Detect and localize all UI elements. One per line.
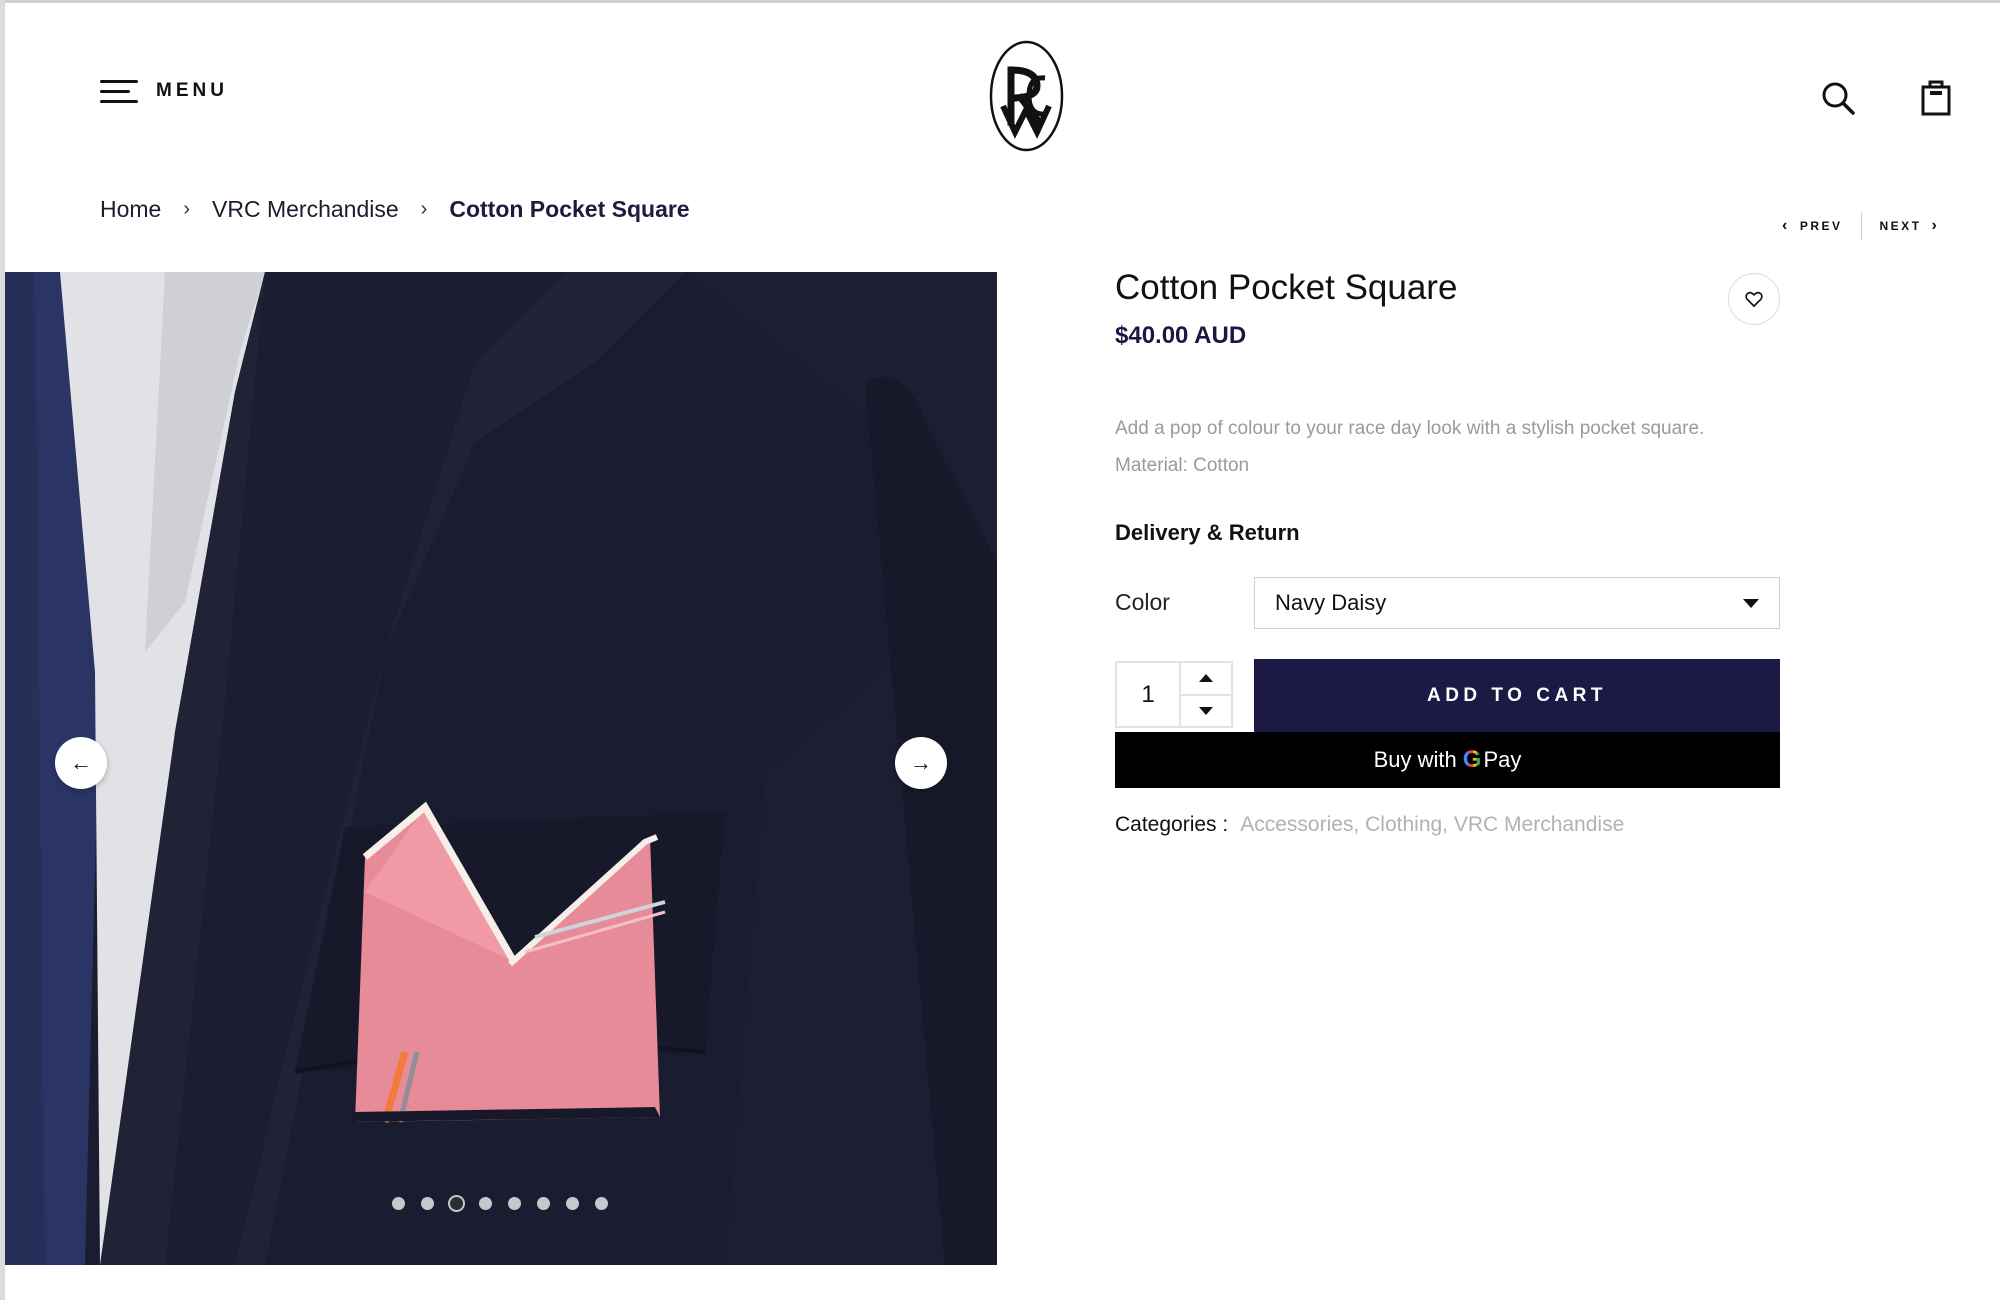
gallery-dot[interactable] [450,1197,463,1210]
product-title: Cotton Pocket Square [1115,268,1458,307]
gallery-dot[interactable] [392,1197,405,1210]
color-label: Color [1115,589,1170,615]
menu-button[interactable]: MENU [100,78,228,104]
chevron-right-icon: › [183,198,191,220]
pager-divider [1860,212,1862,240]
categories-list: Accessories, Clothing, VRC Merchandise [1240,813,1624,837]
gpay-prefix: Buy with [1373,747,1457,772]
shopping-bag-icon [1921,80,1951,116]
material-text: Material: Cotton [1115,455,1250,476]
top-border [0,0,2000,3]
category-vrc-merchandise[interactable]: VRC Merchandise [1454,813,1624,837]
gallery-dots [392,1197,608,1210]
wishlist-button[interactable] [1728,273,1780,325]
caret-down-icon [1743,598,1759,608]
quantity-decrease-button[interactable] [1181,693,1231,727]
cart-button[interactable] [1920,78,1952,116]
quantity-stepper [1115,661,1233,728]
google-pay-button[interactable]: Buy with G Pay [1115,732,1780,788]
chevron-right-icon: › [420,198,428,220]
gpay-suffix: Pay [1483,747,1522,772]
next-label: NEXT [1879,219,1922,233]
quantity-increase-button[interactable] [1181,663,1231,694]
quantity-input[interactable] [1117,663,1181,726]
chevron-right-icon: › [1931,217,1940,234]
arrow-left-icon: ← [70,750,92,775]
search-icon [1822,82,1855,115]
delivery-return-link[interactable]: Delivery & Return [1115,520,1300,546]
product-gallery[interactable]: ← → [5,272,997,1265]
caret-down-icon [1199,706,1213,715]
google-g-logo: G [1462,746,1482,773]
breadcrumb-home[interactable]: Home [100,196,161,223]
breadcrumb-vrc-merchandise[interactable]: VRC Merchandise [212,196,399,223]
color-value: Navy Daisy [1275,590,1387,615]
product-categories: Categories : Accessories, Clothing, VRC … [1115,813,1624,837]
breadcrumb-current: Cotton Pocket Square [449,196,690,222]
categories-label: Categories : [1115,813,1229,836]
gallery-next-button[interactable]: → [895,737,947,789]
gallery-dot[interactable] [479,1197,492,1210]
description-text: Add a pop of colour to your race day loo… [1115,418,1705,439]
prev-label: PREV [1799,219,1843,233]
menu-label: MENU [156,80,228,101]
next-product-link[interactable]: NEXT › [1880,218,1940,234]
heart-icon [1745,291,1763,307]
hamburger-icon [100,78,138,104]
gallery-dot[interactable] [421,1197,434,1210]
gallery-prev-button[interactable]: ← [55,737,107,789]
product-photo [5,272,997,1265]
gallery-dot[interactable] [537,1197,550,1210]
gallery-dot[interactable] [508,1197,521,1210]
prev-product-link[interactable]: ‹ PREV [1782,218,1843,234]
caret-up-icon [1199,674,1213,683]
search-button[interactable] [1820,80,1856,116]
vrc-monogram-logo[interactable] [989,40,1064,152]
add-to-cart-button[interactable]: ADD TO CART [1254,659,1780,732]
product-pager: ‹ PREV NEXT › [1782,212,1939,240]
gallery-dot[interactable] [595,1197,608,1210]
gallery-dot[interactable] [566,1197,579,1210]
color-select[interactable]: Navy Daisy [1254,577,1780,629]
product-description: Add a pop of colour to your race day loo… [1115,410,1704,484]
category-clothing[interactable]: Clothing, [1365,813,1448,837]
product-price: $40.00 AUD [1115,322,1247,349]
breadcrumb: Home › VRC Merchandise › Cotton Pocket S… [100,196,690,223]
arrow-right-icon: → [910,750,932,775]
chevron-left-icon: ‹ [1782,217,1790,234]
category-accessories[interactable]: Accessories, [1240,813,1359,837]
